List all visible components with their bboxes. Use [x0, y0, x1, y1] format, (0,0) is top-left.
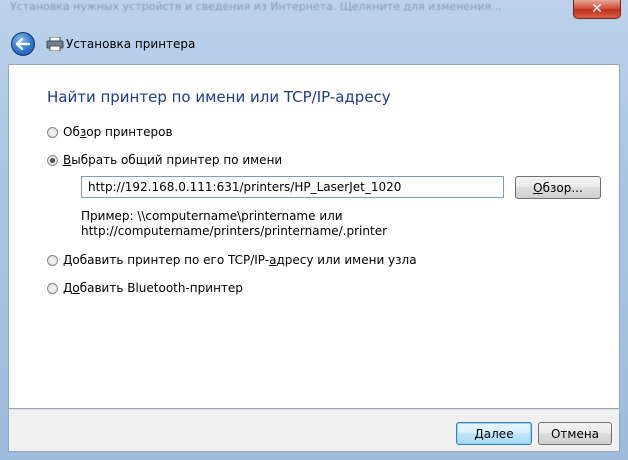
back-arrow-icon: [16, 38, 30, 50]
navigation-bar: Установка принтера: [8, 24, 620, 64]
window-frame: Установка нужных устройств и сведения из…: [0, 0, 628, 460]
radio-shared-printer-by-name[interactable]: [47, 154, 58, 166]
option-browse-printers[interactable]: Обзор принтеров: [47, 125, 173, 139]
cancel-button[interactable]: Отмена: [538, 422, 612, 445]
page-heading: Найти принтер по имени или TCP/IP-адресу: [47, 88, 391, 106]
printer-icon: [46, 37, 64, 51]
option-tcpip-address[interactable]: Добавить принтер по его TCP/IP-адресу ил…: [47, 253, 417, 267]
example-hint-line2: http://computername/printers/printername…: [81, 224, 388, 238]
option-browse-printers-label: Обзор принтеров: [63, 125, 173, 139]
option-shared-printer-by-name[interactable]: Выбрать общий принтер по имени: [47, 153, 282, 167]
option-bluetooth-printer[interactable]: Добавить Bluetooth-принтер: [47, 281, 243, 295]
printer-path-input[interactable]: [81, 176, 504, 198]
example-hint-line1: Пример: \\computername\printername или: [81, 209, 343, 223]
option-tcpip-label: Добавить принтер по его TCP/IP-адресу ил…: [63, 253, 417, 267]
radio-browse-printers[interactable]: [47, 126, 58, 138]
option-shared-printer-label: Выбрать общий принтер по имени: [63, 153, 283, 167]
next-button[interactable]: Далее: [456, 422, 532, 445]
back-button[interactable]: [11, 32, 35, 56]
close-button[interactable]: ✕: [573, 0, 621, 19]
example-hint: Пример: \\computername\printername или h…: [81, 209, 387, 239]
option-bluetooth-label: Добавить Bluetooth-принтер: [63, 281, 243, 295]
radio-bluetooth-printer[interactable]: [47, 282, 58, 294]
radio-tcpip-address[interactable]: [47, 254, 58, 266]
wizard-content: Найти принтер по имени или TCP/IP-адресу…: [8, 64, 620, 409]
close-icon: ✕: [591, 1, 603, 17]
titlebar-blurred-text: Установка нужных устройств и сведения из…: [10, 0, 502, 13]
browse-button[interactable]: Обзор...: [515, 176, 601, 199]
wizard-footer: Далее Отмена: [8, 409, 620, 452]
window-title: Установка принтера: [66, 37, 196, 51]
